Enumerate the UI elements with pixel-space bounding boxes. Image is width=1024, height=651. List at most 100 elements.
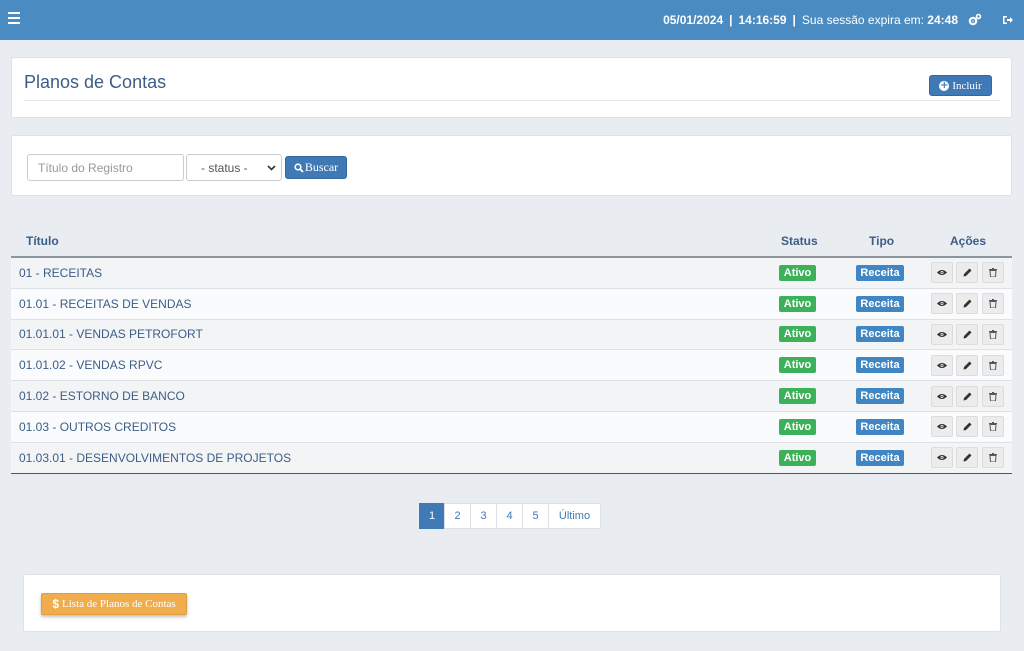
status-badge: Ativo [779,449,816,466]
account-plans-list-button[interactable]: $ Lista de Planos de Contas [41,593,187,615]
type-badge: Receita [856,295,904,312]
row-title[interactable]: 01.03.01 - DESENVOLVIMENTOS DE PROJETOS [19,451,291,465]
delete-button[interactable] [982,385,1004,407]
session-info: 05/01/2024 | 14:16:59 | Sua sessão expir… [663,0,1014,40]
status-badge: Ativo [779,388,816,405]
delete-button[interactable] [982,262,1004,284]
view-button[interactable] [931,447,953,469]
delete-button[interactable] [982,323,1004,345]
title-divider [24,100,1000,101]
page-1-button[interactable]: 1 [419,503,445,529]
session-countdown: 24:48 [927,13,958,27]
eye-icon [937,362,947,368]
accounts-table: Título Status Tipo Ações 01 - RECEITAS A… [11,226,1012,474]
edit-button[interactable] [956,293,978,315]
status-select[interactable]: - status - [186,154,282,181]
include-button-label: Incluir [952,79,982,92]
view-button[interactable] [931,262,953,284]
title-search-input[interactable] [27,154,184,181]
eye-icon [937,393,947,399]
page-5-button[interactable]: 5 [522,503,549,529]
row-title[interactable]: 01.03 - OUTROS CREDITOS [19,420,176,434]
edit-button[interactable] [956,262,978,284]
last-page-button[interactable]: Último [548,503,601,529]
view-button[interactable] [931,293,953,315]
view-button[interactable] [931,385,953,407]
type-badge: Receita [856,357,904,374]
table-row: 01.03 - OUTROS CREDITOS Ativo Receita [11,411,1012,443]
session-expire-label: Sua sessão expira em: [801,13,924,27]
top-navbar: 05/01/2024 | 14:16:59 | Sua sessão expir… [0,0,1024,40]
hamburger-menu-icon[interactable] [8,12,20,26]
delete-button[interactable] [982,447,1004,469]
trash-icon [989,422,997,432]
column-header-status: Status [781,234,818,248]
dollar-icon: $ [52,597,60,611]
view-button[interactable] [931,416,953,438]
search-button-label: Buscar [304,160,339,174]
delete-button[interactable] [982,293,1004,315]
pencil-icon [963,299,971,308]
pencil-icon [963,453,971,462]
cogs-icon[interactable] [968,13,982,27]
type-badge: Receita [856,326,904,343]
edit-button[interactable] [956,385,978,407]
pencil-icon [963,268,971,277]
edit-button[interactable] [956,354,978,376]
row-title[interactable]: 01 - RECEITAS [19,266,102,280]
current-date: 05/01/2024 [663,13,724,27]
table-row: 01.01.01 - VENDAS PETROFORT Ativo Receit… [11,319,1012,351]
edit-button[interactable] [956,323,978,345]
type-badge: Receita [856,264,904,281]
trash-icon [989,268,997,278]
pagination: 1 2 3 4 5 Último [419,503,601,529]
search-icon [294,162,304,173]
row-title[interactable]: 01.01.02 - VENDAS RPVC [19,358,162,372]
table-header: Título Status Tipo Ações [11,226,1012,258]
status-badge: Ativo [779,418,816,435]
status-badge: Ativo [779,264,816,281]
table-row: 01 - RECEITAS Ativo Receita [11,258,1012,289]
trash-icon [989,391,997,401]
eye-icon [937,270,947,276]
table-row: 01.01.02 - VENDAS RPVC Ativo Receita [11,350,1012,382]
page-3-button[interactable]: 3 [470,503,497,529]
column-header-acoes: Ações [950,234,987,248]
delete-button[interactable] [982,416,1004,438]
pencil-icon [963,330,971,339]
type-badge: Receita [856,388,904,405]
page-2-button[interactable]: 2 [444,503,471,529]
view-button[interactable] [931,323,953,345]
include-button[interactable]: + Incluir [929,75,992,96]
row-title[interactable]: 01.01 - RECEITAS DE VENDAS [19,297,192,311]
delete-button[interactable] [982,354,1004,376]
eye-icon [937,331,947,337]
status-badge: Ativo [779,357,816,374]
page-title: Planos de Contas [24,72,167,92]
status-badge: Ativo [779,326,816,343]
chevron-down-icon [267,165,276,171]
type-badge: Receita [856,418,904,435]
page-4-button[interactable]: 4 [496,503,523,529]
sign-out-icon[interactable] [1002,14,1014,26]
row-title[interactable]: 01.01.01 - VENDAS PETROFORT [19,327,203,341]
edit-button[interactable] [956,447,978,469]
trash-icon [989,329,997,339]
edit-button[interactable] [956,416,978,438]
account-plans-list-label: Lista de Planos de Contas [62,598,176,610]
trash-icon [989,299,997,309]
eye-icon [937,455,947,461]
table-row: 01.01 - RECEITAS DE VENDAS Ativo Receita [11,288,1012,320]
search-button[interactable]: Buscar [285,156,347,179]
table-row: 01.02 - ESTORNO DE BANCO Ativo Receita [11,381,1012,412]
table-row: 01.03.01 - DESENVOLVIMENTOS DE PROJETOS … [11,442,1012,474]
separator: | [729,13,733,27]
separator: | [792,13,796,27]
status-badge: Ativo [779,295,816,312]
eye-icon [937,301,947,307]
column-header-titulo: Título [26,234,59,248]
row-title[interactable]: 01.02 - ESTORNO DE BANCO [19,389,185,403]
plus-circle-icon: + [939,79,950,91]
view-button[interactable] [931,354,953,376]
column-header-tipo: Tipo [869,234,895,248]
